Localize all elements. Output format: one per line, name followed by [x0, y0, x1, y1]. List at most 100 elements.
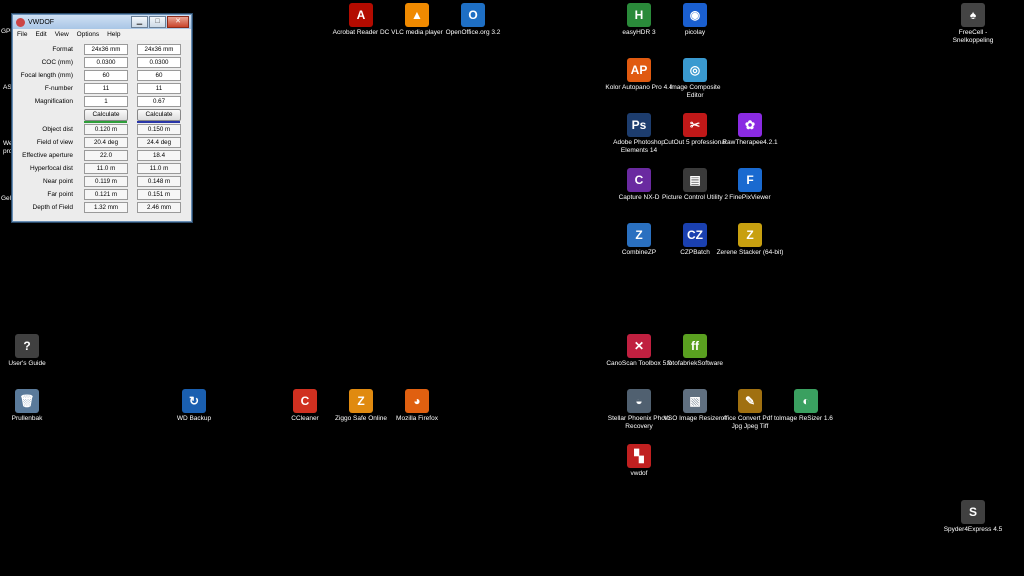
spyder-icon: S	[961, 500, 985, 524]
image-resizer-icon: ◐	[794, 389, 818, 413]
row-far-point: Far point 0.121 m 0.151 m	[13, 189, 189, 200]
desktop-icon-label: vwdof	[630, 470, 648, 477]
desktop-icon-fotofabriek[interactable]: ff fotofabriekSoftware	[661, 334, 729, 368]
f-number-field-1[interactable]: 11	[84, 83, 128, 94]
near-point-label: Near point	[43, 178, 73, 185]
effective-aperture-value-2: 18.4	[137, 150, 181, 161]
coc-field-2[interactable]: 0.0300	[137, 57, 181, 68]
row-format: Format 24x36 mm 24x36 mm	[13, 44, 189, 55]
row-effective-aperture: Effective aperture 22.0 18.4	[13, 150, 189, 161]
desktop-icon-picolay[interactable]: ◉ picolay	[661, 3, 729, 37]
desktop-icon-image-resizer[interactable]: ◐ Image ReSizer 1.6	[772, 389, 840, 423]
focal-length-label: Focal length (mm)	[20, 72, 73, 79]
maximize-button[interactable]: □	[149, 16, 166, 28]
depth-of-field-value-2: 2.46 mm	[137, 202, 181, 213]
prullenbak-icon: 🗑	[15, 389, 39, 413]
desktop-icon-firefox[interactable]: ◕ Mozilla Firefox	[383, 389, 451, 423]
coc-field-1[interactable]: 0.0300	[84, 57, 128, 68]
focal-length-field-1[interactable]: 60	[84, 70, 128, 81]
calc-indicator-2	[137, 121, 180, 123]
desktop-icon-label: WD Backup	[176, 415, 212, 422]
depth-of-field-label: Depth of Field	[32, 204, 73, 211]
cutout-icon: ✂	[683, 113, 707, 137]
format-field-1[interactable]: 24x36 mm	[84, 44, 128, 55]
openoffice-icon: O	[461, 3, 485, 27]
vwdof-window[interactable]: VWDOF ▁ □ ✕ File Edit View Options Help …	[12, 14, 192, 222]
effective-aperture-label: Effective aperture	[22, 152, 73, 159]
vwdof-app-icon	[16, 17, 25, 27]
easyhdr-icon: H	[627, 3, 651, 27]
object-dist-label: Object dist	[42, 126, 73, 133]
far-point-value-1: 0.121 m	[84, 189, 128, 200]
near-point-value-2: 0.148 m	[137, 176, 181, 187]
calculate-button-2[interactable]: Calculate	[137, 109, 181, 121]
ziggo-icon: Z	[349, 389, 373, 413]
row-field-of-view: Field of view 20.4 deg 24.4 deg	[13, 137, 189, 148]
row-coc: COC (mm) 0.0300 0.0300	[13, 57, 189, 68]
combinezp-icon: Z	[627, 223, 651, 247]
desktop-icon-spyder[interactable]: S Spyder4Express 4.5	[939, 500, 1007, 534]
menu-help[interactable]: Help	[103, 31, 124, 38]
field-of-view-value-1: 20.4 deg	[84, 137, 128, 148]
firefox-icon: ◕	[405, 389, 429, 413]
row-f-number: F-number 11 11	[13, 83, 189, 94]
far-point-label: Far point	[47, 191, 73, 198]
magnification-field-2[interactable]: 0.67	[137, 96, 181, 107]
format-field-2[interactable]: 24x36 mm	[137, 44, 181, 55]
wd-backup-icon: ↻	[182, 389, 206, 413]
desktop-icon-zerene[interactable]: Z Zerene Stacker (64-bit)	[716, 223, 784, 257]
menu-file[interactable]: File	[13, 31, 31, 38]
calculate-button-1[interactable]: Calculate	[84, 109, 128, 121]
desktop-icon-ice[interactable]: ◎ Image Composite Editor	[661, 58, 729, 100]
f-number-label: F-number	[44, 85, 73, 92]
desktop-icon-rawtherapee[interactable]: ✿ RawTherapee4.2.1	[716, 113, 784, 147]
vlc-icon: ▲	[405, 3, 429, 27]
minimize-button[interactable]: ▁	[131, 16, 148, 28]
menu-view[interactable]: View	[51, 31, 73, 38]
row-depth-of-field: Depth of Field 1.32 mm 2.46 mm	[13, 202, 189, 213]
desktop-icon-freecell[interactable]: ♠ FreeCell - Snelkoppeling	[939, 3, 1007, 45]
coc-label: COC (mm)	[41, 59, 73, 66]
freecell-icon: ♠	[961, 3, 985, 27]
desktop-icon-label: Image ReSizer 1.6	[779, 415, 833, 422]
desktop-icon-openoffice[interactable]: O OpenOffice.org 3.2	[439, 3, 507, 37]
row-focal-length: Focal length (mm) 60 60	[13, 70, 189, 81]
menu-options[interactable]: Options	[73, 31, 103, 38]
edge-text-as: AS	[3, 84, 12, 91]
menu-bar: File Edit View Options Help	[13, 29, 191, 40]
near-point-value-1: 0.119 m	[84, 176, 128, 187]
hyperfocal-dist-value-1: 11.0 m	[84, 163, 128, 174]
desktop-icon-wd-backup[interactable]: ↻ WD Backup	[160, 389, 228, 423]
fotofabriek-icon: ff	[683, 334, 707, 358]
desktop-icon-label: FinePixViewer	[729, 194, 771, 201]
focal-length-field-2[interactable]: 60	[137, 70, 181, 81]
row-hyperfocal-dist: Hyperfocal dist 11.0 m 11.0 m	[13, 163, 189, 174]
desktop-icon-prullenbak[interactable]: 🗑 Prullenbak	[0, 389, 61, 423]
vso-icon: ▧	[683, 389, 707, 413]
magnification-field-1[interactable]: 1	[84, 96, 128, 107]
desktop-icon-label: Mozilla Firefox	[396, 415, 438, 422]
vwdof-icon: ▚	[627, 444, 651, 468]
edge-text-pro: pro	[3, 148, 13, 155]
czpbatch-icon: CZ	[683, 223, 707, 247]
f-number-field-2[interactable]: 11	[137, 83, 181, 94]
kolor-icon: AP	[627, 58, 651, 82]
desktop-icon-users-guide[interactable]: ? User's Guide	[0, 334, 61, 368]
capture-nxd-icon: C	[627, 168, 651, 192]
object-dist-value-1: 0.120 m	[84, 124, 128, 135]
field-of-view-label: Field of view	[36, 139, 73, 146]
close-button[interactable]: ✕	[167, 16, 189, 28]
row-object-dist: Object dist 0.120 m 0.150 m	[13, 124, 189, 135]
far-point-value-2: 0.151 m	[137, 189, 181, 200]
stellar-icon: ◒	[627, 389, 651, 413]
desktop-icon-finepixviewer[interactable]: F FinePixViewer	[716, 168, 784, 202]
desktop-icon-label: picolay	[684, 29, 706, 36]
canoscan-icon: ✕	[627, 334, 651, 358]
desktop-icon-vwdof[interactable]: ▚ vwdof	[605, 444, 673, 478]
depth-of-field-value-1: 1.32 mm	[84, 202, 128, 213]
hyperfocal-dist-value-2: 11.0 m	[137, 163, 181, 174]
window-titlebar[interactable]: VWDOF ▁ □ ✕	[13, 15, 191, 29]
menu-edit[interactable]: Edit	[31, 31, 50, 38]
desktop-icon-label: Zerene Stacker (64-bit)	[716, 249, 784, 256]
calc-indicator-1	[84, 121, 127, 123]
